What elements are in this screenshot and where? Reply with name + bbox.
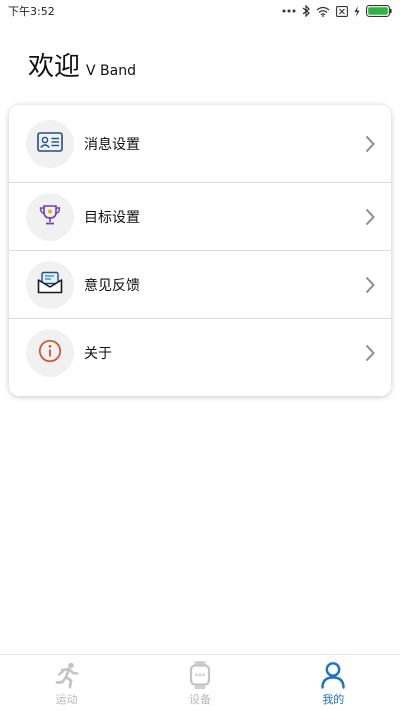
- battery-icon: [366, 5, 392, 17]
- more-dots-icon: [282, 9, 296, 13]
- person-icon: [320, 660, 346, 690]
- bottom-nav: 运动 设备 我的: [0, 654, 400, 711]
- settings-item-message[interactable]: 消息设置: [9, 105, 391, 183]
- settings-item-feedback[interactable]: 意见反馈: [9, 251, 391, 319]
- icon-circle: [26, 192, 74, 241]
- running-icon: [53, 660, 81, 690]
- settings-item-label: 目标设置: [84, 209, 140, 226]
- chevron-right-icon: [365, 135, 375, 153]
- settings-item-goal[interactable]: 目标设置: [9, 183, 391, 251]
- greeting-text: 欢迎: [28, 52, 81, 82]
- settings-item-label: 关于: [84, 346, 112, 362]
- icon-circle: [26, 119, 74, 168]
- status-time: 下午3:52: [8, 5, 55, 18]
- nav-label: 我的: [322, 692, 345, 706]
- nav-item-sport[interactable]: 运动: [0, 655, 133, 711]
- icon-circle: [26, 329, 74, 377]
- watch-icon: [188, 660, 212, 690]
- status-bar: 下午3:52: [0, 0, 400, 22]
- username: V Band: [86, 63, 136, 79]
- envelope-icon: [37, 271, 63, 299]
- nav-item-device[interactable]: 设备: [133, 655, 266, 711]
- chevron-right-icon: [365, 208, 375, 226]
- bluetooth-icon: [302, 5, 310, 17]
- chevron-right-icon: [365, 276, 375, 294]
- chevron-right-icon: [365, 344, 375, 362]
- nav-item-mine[interactable]: 我的: [267, 655, 400, 711]
- nav-label: 运动: [55, 692, 78, 706]
- status-icons: [282, 5, 392, 17]
- charging-icon: [354, 5, 360, 17]
- wifi-icon: [316, 6, 330, 17]
- icon-circle: [26, 260, 74, 309]
- settings-item-label: 意见反馈: [84, 277, 140, 294]
- trophy-icon: [38, 203, 62, 231]
- settings-card: 消息设置 目标设置 意见反馈 关于: [9, 105, 391, 396]
- info-icon: [38, 339, 62, 367]
- settings-item-about[interactable]: 关于: [9, 319, 391, 387]
- no-sim-icon: [336, 5, 348, 17]
- id-card-icon: [37, 131, 63, 156]
- settings-item-label: 消息设置: [84, 136, 140, 153]
- nav-label: 设备: [188, 692, 211, 706]
- greeting-header: 欢迎 V Band: [28, 46, 136, 83]
